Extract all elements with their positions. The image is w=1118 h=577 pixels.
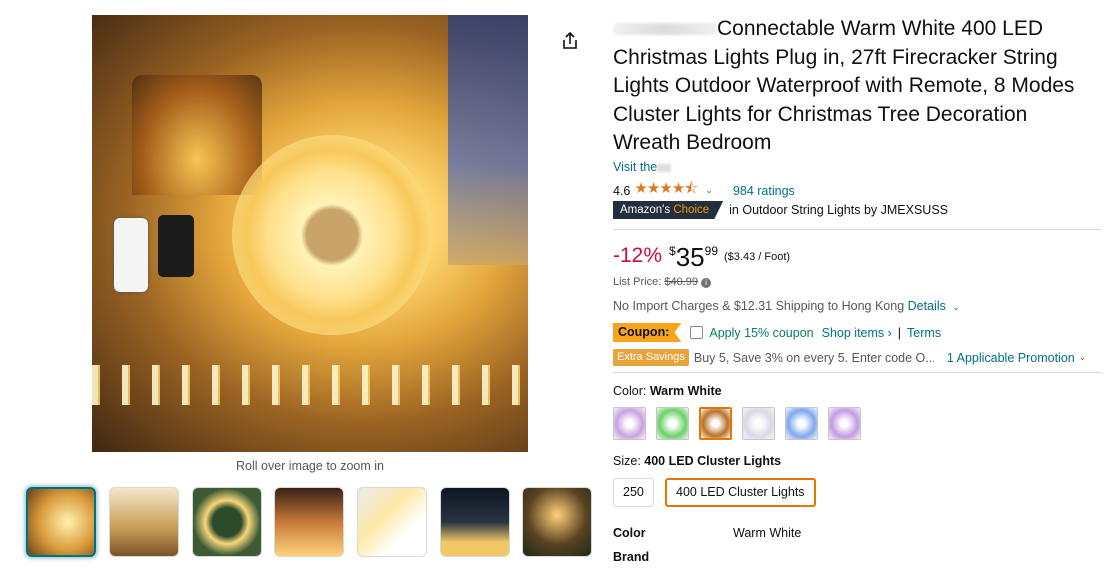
spec-brand-key: Brand [613, 550, 650, 564]
size-label-text: Size: [613, 454, 641, 468]
coupon-row: Coupon: Apply 15% coupon Shop items › | … [613, 323, 941, 342]
shop-items-link[interactable]: Shop items › [822, 326, 892, 340]
size-option-250[interactable]: 250 [613, 478, 654, 507]
star-rating-icon[interactable]: ★★★★⯪ [634, 178, 698, 203]
chevron-down-icon[interactable]: ⌄ [952, 302, 960, 312]
spec-color-key: Color [613, 526, 646, 540]
extra-savings-tag: Extra Savings [613, 349, 689, 366]
image-remote [114, 218, 148, 292]
divider [613, 372, 1101, 373]
price-fraction: 99 [704, 244, 718, 258]
coupon-tag: Coupon: [613, 323, 682, 342]
image-light-strand [92, 365, 528, 405]
brand-name-redacted [613, 23, 717, 36]
coupon-checkbox[interactable] [690, 326, 704, 339]
info-icon[interactable]: i [701, 278, 712, 288]
product-title-text: Connectable Warm White 400 LED Christmas… [613, 17, 1075, 155]
divider [613, 229, 1101, 230]
applicable-promotion-link[interactable]: 1 Applicable Promotion [947, 351, 1075, 365]
price-currency: $ [669, 244, 676, 258]
badge-choice: Choice [673, 204, 710, 216]
image-power-adapter [158, 215, 194, 277]
discount-percent: -12% [613, 244, 663, 267]
shipping-details-link[interactable]: Details [908, 299, 946, 313]
color-swatch-2[interactable] [656, 407, 689, 440]
rating-row: 4.6 ★★★★⯪ ⌄ 984 ratings [613, 178, 795, 203]
color-selected-value: Warm White [649, 384, 722, 398]
visit-store-text[interactable]: Visit the [613, 160, 657, 174]
size-option-400-led[interactable]: 400 LED Cluster Lights [665, 478, 816, 507]
thumbnail-3[interactable] [192, 487, 262, 557]
thumbnail-4[interactable] [274, 487, 344, 557]
color-label: Color: Warm White [613, 384, 722, 398]
chevron-down-icon[interactable]: ⌄ [1079, 352, 1087, 363]
shipping-info: No Import Charges & $12.31 Shipping to H… [613, 299, 960, 313]
price-whole: 35 [675, 242, 705, 272]
image-fireplace-area [132, 75, 262, 195]
list-price: List Price: $40.99 i [613, 276, 712, 288]
size-label: Size: 400 LED Cluster Lights [613, 454, 781, 468]
image-window-area [448, 15, 528, 265]
color-swatch-3[interactable] [699, 407, 732, 440]
main-product-image[interactable] [92, 15, 528, 452]
store-name-redacted [657, 163, 672, 172]
list-price-label: List Price: [613, 276, 662, 288]
color-swatch-4[interactable] [742, 407, 775, 440]
extra-savings-row: Extra Savings Buy 5, Save 3% on every 5.… [613, 349, 1086, 366]
apply-coupon-text[interactable]: Apply 15% coupon [709, 326, 813, 340]
terms-link[interactable]: Terms [907, 326, 941, 340]
price-row: -12% $ 35 99 ($3.43 / Foot) [613, 243, 790, 271]
size-selected-value: 400 LED Cluster Lights [644, 454, 782, 468]
thumbnail-6[interactable] [440, 487, 510, 557]
list-price-value: $40.99 [664, 276, 699, 288]
color-swatch-6[interactable] [828, 407, 861, 440]
extra-savings-text: Buy 5, Save 3% on every 5. Enter code O.… [693, 350, 934, 365]
color-swatch-1[interactable] [613, 407, 646, 440]
share-icon[interactable] [559, 30, 581, 52]
thumbnail-2[interactable] [109, 487, 179, 557]
shipping-text: No Import Charges & $12.31 Shipping to H… [613, 299, 905, 313]
visit-store-link[interactable]: Visit the [613, 160, 672, 174]
choice-category-text[interactable]: in Outdoor String Lights by JMEXSUSS [729, 203, 948, 217]
spec-color-value: Warm White [733, 526, 802, 540]
unit-price: ($3.43 / Foot) [724, 251, 791, 263]
product-title: Connectable Warm White 400 LED Christmas… [613, 15, 1093, 158]
badge-prefix: Amazon's [620, 204, 671, 216]
color-swatch-5[interactable] [785, 407, 818, 440]
zoom-caption: Roll over image to zoom in [236, 459, 384, 473]
image-light-reel [232, 135, 432, 335]
amazons-choice-row: Amazon's Choice in Outdoor String Lights… [613, 201, 948, 219]
separator: | [897, 325, 902, 340]
rating-value: 4.6 [613, 183, 631, 198]
ratings-count-link[interactable]: 984 ratings [733, 184, 795, 198]
chevron-down-icon[interactable]: ⌄ [705, 185, 713, 196]
thumbnail-5[interactable] [357, 487, 427, 557]
amazons-choice-badge: Amazon's Choice [613, 201, 724, 219]
thumbnail-7[interactable] [522, 487, 592, 557]
color-label-text: Color: [613, 384, 647, 398]
thumbnail-1[interactable] [26, 487, 96, 557]
